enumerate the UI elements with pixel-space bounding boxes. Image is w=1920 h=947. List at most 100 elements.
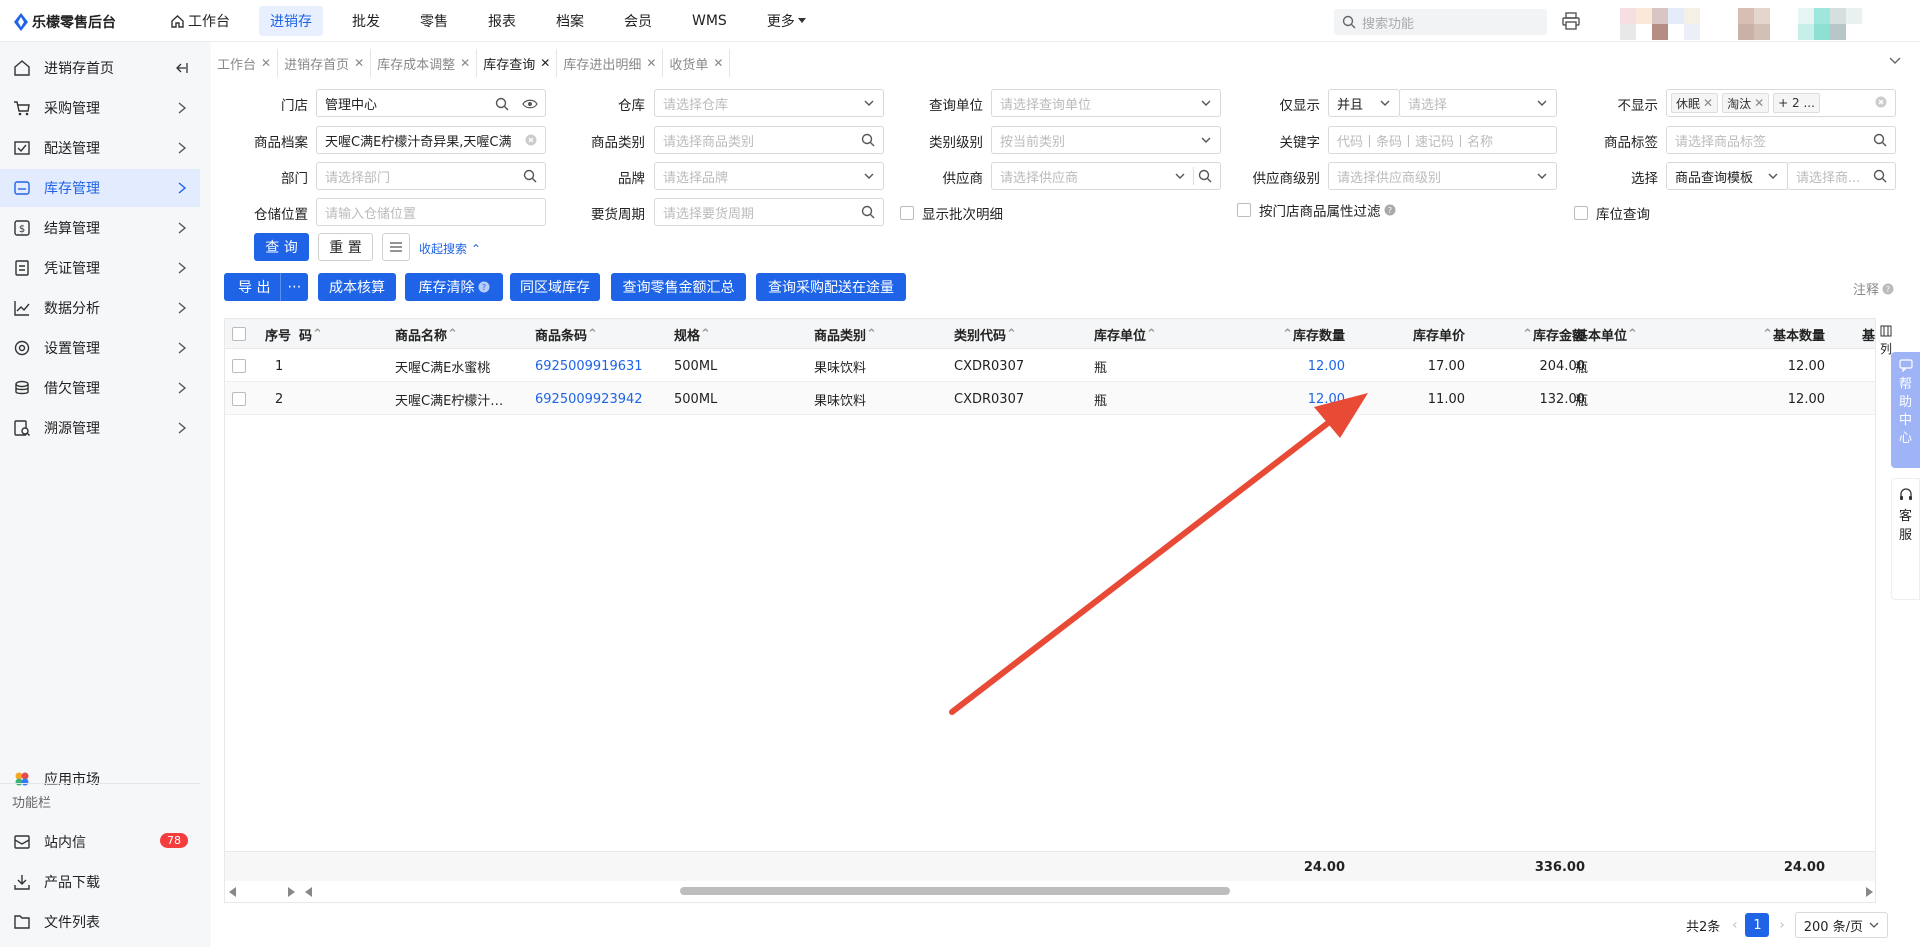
help-icon[interactable]: ? [1384,204,1396,216]
checkbox[interactable] [900,206,914,220]
note-toggle[interactable]: 注释 ? [1853,279,1894,298]
stock-clear-button[interactable]: 库存清除 ? [405,273,503,301]
topnav-retail[interactable]: 零售 [409,6,459,36]
warehouse-select[interactable]: 请选择仓库 [654,89,884,117]
hide-multiselect[interactable]: 休眠 ✕ 淘汰 ✕ + 2 ... [1666,89,1896,117]
close-icon[interactable]: ✕ [1703,96,1713,110]
brand-select[interactable]: 请选择品牌 [654,162,884,190]
header-name[interactable]: 商品名称 ⌃ [395,319,505,349]
sort-icon[interactable]: ⌃ [1762,327,1773,342]
sidebar-item-debt[interactable]: 借欠管理 [0,369,200,407]
close-icon[interactable]: ✕ [540,56,550,70]
header-spec[interactable]: 规格 ⌃ [674,319,754,349]
customer-service-float[interactable]: 客 服 [1891,478,1920,600]
header-barcode[interactable]: 商品条码 ⌃ [535,319,645,349]
checkbox[interactable] [1237,203,1251,217]
search-icon[interactable] [1198,169,1212,183]
topnav-inventory[interactable]: 进销存 [259,6,323,36]
cell-barcode[interactable]: 6925009923942 [535,384,665,414]
clear-icon[interactable] [1875,96,1887,108]
printer-icon[interactable] [1561,11,1581,31]
supplier-level-select[interactable]: 请选择供应商级别 [1328,162,1557,190]
row-checkbox[interactable] [232,384,248,414]
sidebar-item-settings[interactable]: 设置管理 [0,329,200,367]
same-area-stock-button[interactable]: 同区域库存 [510,273,600,301]
search-icon[interactable] [523,169,537,183]
select-all-checkbox[interactable] [232,319,248,349]
function-search[interactable]: 搜索功能 [1334,9,1547,35]
header-category[interactable]: 商品类别 ⌃ [814,319,914,349]
header-price[interactable]: 库存单价 [1355,319,1465,349]
search-icon[interactable] [1873,133,1887,147]
clear-icon[interactable] [525,134,537,146]
tab-stock-query[interactable]: 库存查询 ✕ [477,49,558,77]
sidebar-item-messages[interactable]: 站内信 78 [0,823,200,861]
scroll-left-icon[interactable] [229,887,237,897]
product-input[interactable]: 天喔C满E柠檬汁奇异果,天喔C满 [316,126,546,154]
close-icon[interactable]: ✕ [460,56,470,70]
search-icon[interactable] [1873,169,1887,183]
eye-icon[interactable] [522,98,538,110]
sort-icon[interactable]: ⌃ [587,327,598,342]
page-size-select[interactable]: 200 条/页 [1794,912,1889,938]
topnav-wholesale[interactable]: 批发 [341,6,391,36]
search-icon[interactable] [861,205,875,219]
topnav-reports[interactable]: 报表 [477,6,527,36]
location-input[interactable]: 请输入仓储位置 [316,198,546,226]
sidebar-item-settlement[interactable]: $ 结算管理 [0,209,200,247]
tab-inventory-home[interactable]: 进销存首页 ✕ [278,49,372,77]
reset-button[interactable]: 重 置 [318,233,373,261]
topnav-member[interactable]: 会员 [613,6,663,36]
category-input[interactable]: 请选择商品类别 [654,126,884,154]
sidebar-item-analysis[interactable]: 数据分析 [0,289,200,327]
sidebar-item-inventory-home[interactable]: 进销存首页 [0,49,200,87]
column-settings-tab[interactable]: 列 [1879,325,1893,357]
close-icon[interactable]: ✕ [354,56,364,70]
category-level-select[interactable]: 按当前类别 [991,126,1221,154]
more-options-icon[interactable]: ⋯ [280,273,308,301]
only-show-select[interactable]: 请选择 [1399,89,1557,117]
sidebar-item-delivery[interactable]: 配送管理 [0,129,200,167]
header-qty[interactable]: ⌃ 库存数量 [1235,319,1345,349]
topnav-archive[interactable]: 档案 [545,6,595,36]
store-input[interactable]: 管理中心 [316,89,546,117]
help-center-float[interactable]: 帮 助 中 心 [1891,352,1920,468]
close-icon[interactable]: ✕ [646,56,656,70]
sidebar-item-download[interactable]: 产品下载 [0,863,200,901]
cell-qty[interactable]: 12.00 [1235,351,1345,381]
sort-icon[interactable]: ⌃ [700,327,711,342]
close-icon[interactable]: ✕ [713,56,723,70]
header-base-unit[interactable]: 基本单位 ⌃ [1575,319,1675,349]
page-1-button[interactable]: 1 [1745,913,1770,937]
only-show-op-select[interactable]: 并且 [1328,89,1400,117]
chevron-down-icon[interactable] [1888,56,1902,66]
retail-summary-button[interactable]: 查询零售金额汇总 [611,273,746,301]
close-icon[interactable]: ✕ [261,56,271,70]
sort-icon[interactable]: ⌃ [312,327,323,342]
search-icon[interactable] [495,97,509,111]
topnav-more[interactable]: 更多 [756,6,817,36]
dept-input[interactable]: 请选择部门 [316,162,546,190]
header-category-code[interactable]: 类别代码 ⌃ [954,319,1054,349]
sort-icon[interactable]: ⌃ [1006,327,1017,342]
sidebar-item-voucher[interactable]: 凭证管理 [0,249,200,287]
scroll-right-icon[interactable] [287,887,295,897]
collapse-search-link[interactable]: 收起搜索 ⌃ [419,240,481,257]
close-icon[interactable]: ✕ [1754,96,1764,110]
sort-icon[interactable]: ⌃ [1522,327,1533,342]
blurred-user-area[interactable] [1618,8,1903,41]
next-page-icon[interactable]: › [1779,918,1784,933]
query-unit-select[interactable]: 请选择查询单位 [991,89,1221,117]
horizontal-scrollbar[interactable] [225,881,1875,903]
keyword-input[interactable]: 代码丨条码丨速记码丨名称 [1328,126,1557,154]
transit-query-button[interactable]: 查询采购配送在途量 [756,273,906,301]
query-button[interactable]: 查 询 [254,233,309,261]
show-batch-checkbox[interactable]: 显示批次明细 [900,203,1003,223]
tag-input[interactable]: 请选择商品标签 [1666,126,1896,154]
table-row[interactable]: 1 天喔C满E水蜜桃 6925009919631 500ML 果味饮料 CXDR… [225,349,1875,382]
topnav-workbench[interactable]: 工作台 [160,6,241,36]
header-unit[interactable]: 库存单位 ⌃ [1094,319,1194,349]
sort-icon[interactable]: ⌃ [1282,327,1293,342]
tab-workbench[interactable]: 工作台 ✕ [211,49,279,77]
sidebar-item-trace[interactable]: 溯源管理 [0,409,200,447]
